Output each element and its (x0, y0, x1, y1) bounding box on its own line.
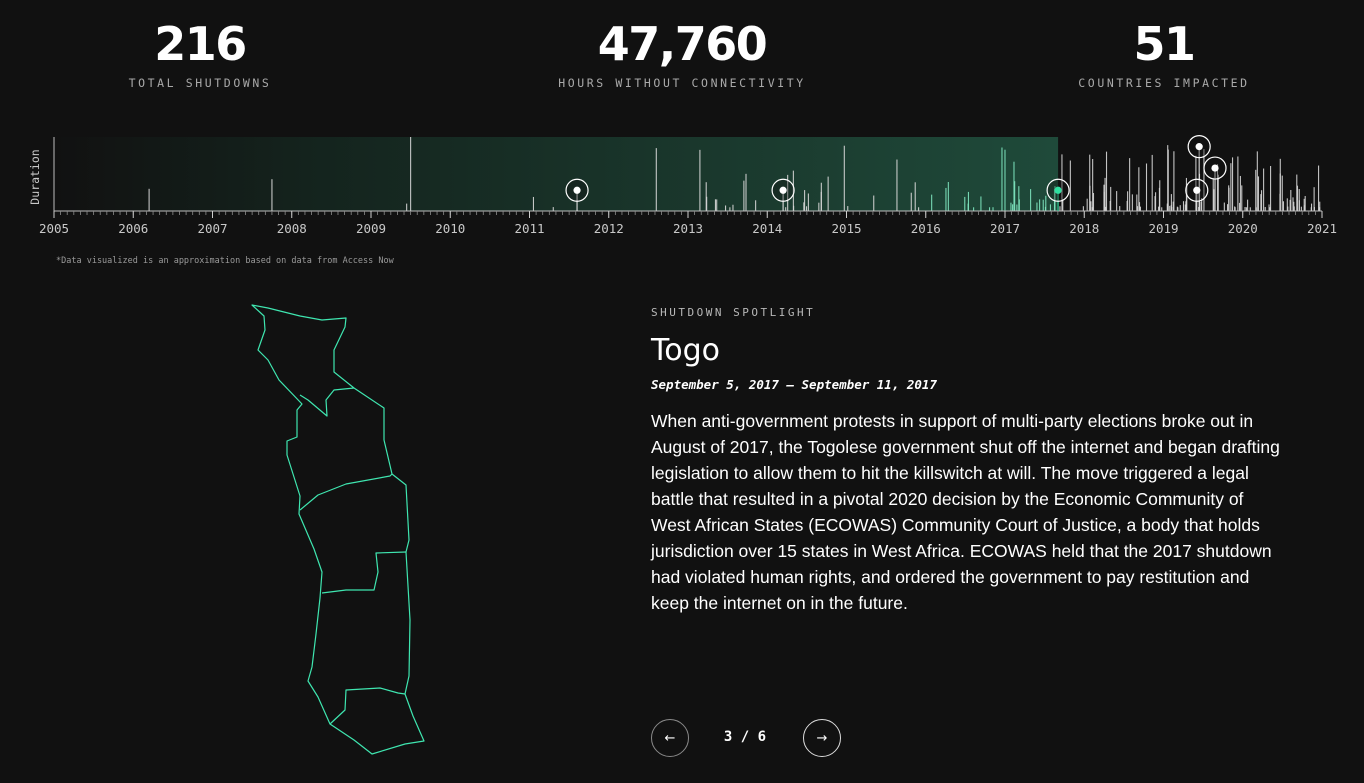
marker-dot (779, 186, 787, 194)
region-border-maritime (329, 687, 406, 725)
timeline-shutdown-marker[interactable] (1185, 178, 1209, 211)
spotlight-dates: September 5, 2017 – September 11, 2017 (651, 377, 937, 392)
spotlight-description: When anti-government protests in support… (651, 411, 1280, 613)
shutdown-timeline[interactable]: 2005 2006 2007 2008 2009 2010 2011 2012 2013 2014… (0, 125, 1364, 255)
pager-count: 3 / 6 (723, 729, 767, 745)
timeline-year-label: 2005 (39, 221, 69, 236)
stat-countries-impacted: 51 COUNTRIES IMPACTED (1004, 18, 1324, 90)
timeline-year-label: 2008 (277, 221, 307, 236)
data-footnote: *Data visualized is an approximation bas… (56, 256, 394, 266)
timeline-chart[interactable]: 2005 2006 2007 2008 2009 2010 2011 2012 2013 2014… (0, 125, 1364, 255)
timeline-year-label: 2016 (911, 221, 941, 236)
timeline-highlight-range (54, 137, 1059, 211)
spotlight-country: Togo (651, 333, 720, 368)
arrow-right-icon: → (816, 730, 828, 746)
marker-dot (1211, 164, 1219, 172)
marker-dot (1193, 186, 1201, 194)
region-border-kara (299, 473, 393, 511)
stat-label: TOTAL SHUTDOWNS (128, 76, 272, 90)
timeline-year-label: 2009 (356, 221, 386, 236)
marker-dot (1054, 186, 1062, 194)
timeline-year-label: 2012 (594, 221, 624, 236)
stat-value: 51 (1133, 17, 1196, 71)
timeline-year-label: 2011 (514, 221, 544, 236)
timeline-year-label: 2007 (197, 221, 227, 236)
stat-total-shutdowns: 216 TOTAL SHUTDOWNS (40, 18, 360, 90)
region-border-centrale (321, 551, 407, 594)
togo-outline (251, 304, 425, 755)
timeline-year-label: 2021 (1307, 221, 1337, 236)
timeline-shutdown-marker[interactable] (1203, 156, 1227, 211)
togo-map (251, 304, 425, 755)
previous-spotlight-button[interactable]: ← (651, 719, 689, 757)
timeline-year-label: 2015 (831, 221, 861, 236)
region-border-savanes (299, 387, 355, 417)
stat-hours-without-connectivity: 47,760 HOURS WITHOUT CONNECTIVITY (522, 18, 842, 90)
timeline-year-label: 2010 (435, 221, 465, 236)
timeline-year-label: 2020 (1228, 221, 1258, 236)
stat-label: HOURS WITHOUT CONNECTIVITY (558, 76, 806, 90)
marker-dot (1195, 143, 1203, 151)
timeline-year-label: 2006 (118, 221, 148, 236)
next-spotlight-button[interactable]: → (803, 719, 841, 757)
timeline-year-label: 2017 (990, 221, 1020, 236)
timeline-year-label: 2014 (752, 221, 782, 236)
stat-value: 47,760 (597, 17, 768, 71)
timeline-year-label: 2013 (673, 221, 703, 236)
marker-dot (573, 186, 581, 194)
stat-value: 216 (154, 17, 247, 71)
arrow-left-icon: ← (664, 730, 676, 746)
timeline-year-label: 2019 (1148, 221, 1178, 236)
timeline-year-label: 2018 (1069, 221, 1099, 236)
stat-label: COUNTRIES IMPACTED (1078, 76, 1250, 90)
spotlight-kicker: SHUTDOWN SPOTLIGHT (651, 306, 816, 319)
